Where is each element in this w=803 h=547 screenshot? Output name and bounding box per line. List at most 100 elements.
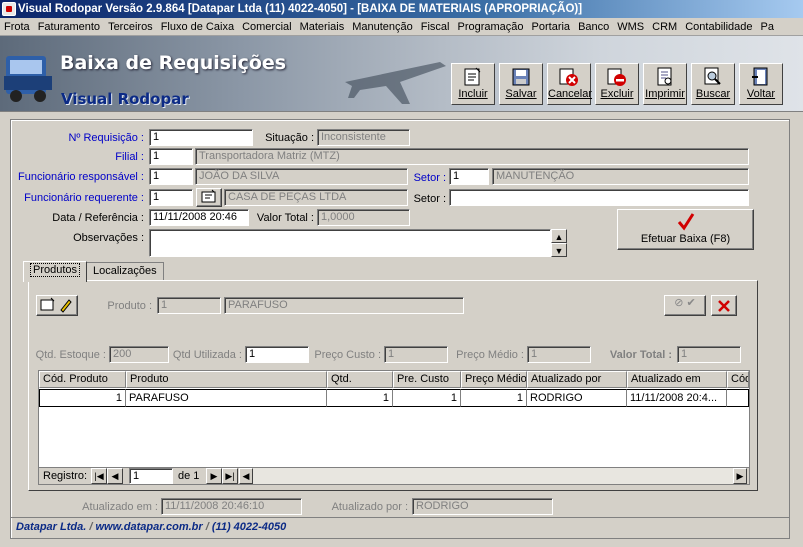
- menu-fiscal[interactable]: Fiscal: [417, 18, 454, 35]
- func-req-code-input[interactable]: 1: [149, 189, 193, 206]
- excluir-button[interactable]: Excluir: [595, 63, 639, 105]
- menu-programacao[interactable]: Programação: [453, 18, 527, 35]
- data-label: Data / Referência :: [52, 212, 144, 224]
- grid-header-pre-custo[interactable]: Pre. Custo: [393, 371, 461, 388]
- imprimir-button[interactable]: Imprimir: [643, 63, 687, 105]
- menu-crm[interactable]: CRM: [648, 18, 681, 35]
- menu-portaria[interactable]: Portaria: [528, 18, 575, 35]
- header-banner: Baixa de Requisições Visual Rodopar Incl…: [0, 36, 803, 112]
- grid-header-cod[interactable]: Cód: [727, 371, 749, 388]
- table-row-cell-produto[interactable]: PARAFUSO: [126, 389, 327, 407]
- buscar-label: Buscar: [695, 88, 731, 100]
- cancel-circle-icon: ⊘: [674, 297, 684, 309]
- voltar-button[interactable]: Voltar: [739, 63, 783, 105]
- situacao-label: Situação :: [265, 132, 314, 144]
- buscar-button[interactable]: Buscar: [691, 63, 735, 105]
- efetuar-baixa-button[interactable]: Efetuar Baixa (F8): [617, 209, 754, 250]
- grid-header-atualizado-em[interactable]: Atualizado em: [627, 371, 727, 388]
- save-icon: [512, 68, 530, 86]
- setor2-input[interactable]: [449, 189, 749, 206]
- hscroll-left-button[interactable]: ◀: [239, 468, 253, 484]
- menu-faturamento[interactable]: Faturamento: [34, 18, 104, 35]
- delete-icon: [607, 68, 626, 86]
- scroll-up-button[interactable]: ▲: [551, 229, 567, 243]
- grid-header-qtd[interactable]: Qtd.: [327, 371, 393, 388]
- obs-textarea[interactable]: [149, 229, 551, 257]
- first-record-button[interactable]: |◀: [91, 468, 107, 484]
- menu-more[interactable]: Pa: [757, 18, 778, 35]
- footer-site: www.datapar.com.br: [95, 521, 203, 533]
- items-grid[interactable]: Cód. Produto Produto Qtd. Pre. Custo Pre…: [38, 370, 750, 485]
- last-record-button[interactable]: ▶|: [222, 468, 238, 484]
- record-count-label: de 1: [178, 470, 200, 482]
- filial-code-input[interactable]: 1: [149, 148, 193, 165]
- new-document-icon: [464, 67, 481, 86]
- tab-produtos[interactable]: Produtos: [23, 261, 88, 282]
- app-icon: [2, 2, 16, 16]
- checkmark-icon: [677, 213, 694, 231]
- menu-banco[interactable]: Banco: [574, 18, 613, 35]
- qtd-utilizada-input[interactable]: 1: [245, 346, 309, 363]
- func-resp-code-input[interactable]: 1: [149, 168, 193, 185]
- airplane-icon: [345, 62, 446, 104]
- red-x-icon: [718, 300, 730, 312]
- setor1-name-field: MANUTENÇÃO: [492, 168, 749, 185]
- menu-comercial[interactable]: Comercial: [238, 18, 296, 35]
- table-row-cell-preco-medio[interactable]: 1: [461, 389, 527, 407]
- tab-localizacoes[interactable]: Localizações: [86, 262, 164, 281]
- menu-wms[interactable]: WMS: [613, 18, 648, 35]
- item-delete-button[interactable]: [711, 295, 737, 316]
- menu-terceiros[interactable]: Terceiros: [104, 18, 157, 35]
- search-icon: [704, 67, 721, 85]
- record-number-input[interactable]: 1: [129, 468, 173, 484]
- table-row-cell-cod[interactable]: 1: [39, 389, 126, 407]
- table-row-cell-cod-extra[interactable]: [727, 389, 749, 407]
- incluir-label: Incluir: [458, 88, 488, 100]
- menu-bar: Frota Faturamento Terceiros Fluxo de Caixa C…: [0, 18, 803, 36]
- grid-header-cod-produto[interactable]: Cód. Produto: [39, 371, 126, 388]
- preco-custo-label: Preço Custo :: [314, 349, 381, 361]
- obs-label: Observações :: [73, 232, 144, 244]
- menu-contabilidade[interactable]: Contabilidade: [681, 18, 756, 35]
- func-resp-name-field: JOÃO DA SILVA: [195, 168, 408, 185]
- setor1-code-input[interactable]: 1: [449, 168, 489, 185]
- imprimir-label: Imprimir: [645, 88, 685, 100]
- menu-frota[interactable]: Frota: [0, 18, 34, 35]
- window-title-bar: Visual Rodopar Versão 2.9.864 [Datapar L…: [0, 0, 803, 18]
- footer-phone: (11) 4022-4050: [211, 521, 287, 533]
- hscroll-track[interactable]: [253, 468, 733, 484]
- incluir-button[interactable]: Incluir: [451, 63, 495, 105]
- edit-pencil-icon: [40, 297, 72, 313]
- cancelar-label: Cancelar: [548, 88, 593, 100]
- back-door-icon: [752, 67, 768, 86]
- requisicao-input[interactable]: 1: [149, 129, 253, 146]
- salvar-button[interactable]: Salvar: [499, 63, 543, 105]
- scroll-down-button[interactable]: ▼: [551, 243, 567, 257]
- table-row-cell-qtd[interactable]: 1: [327, 389, 393, 407]
- prev-record-button[interactable]: ◀: [107, 468, 123, 484]
- grid-header-preco-medio[interactable]: Preço Médio: [461, 371, 527, 388]
- func-req-lookup-button[interactable]: [196, 188, 222, 207]
- tab-produtos-label: Produtos: [30, 263, 81, 277]
- filial-label: Filial :: [115, 151, 144, 163]
- obs-scrollbar[interactable]: ▲ ▼: [551, 229, 567, 257]
- menu-materiais[interactable]: Materiais: [296, 18, 349, 35]
- grid-header-produto[interactable]: Produto: [126, 371, 327, 388]
- func-req-name-field: CASA DE PEÇAS LTDA: [224, 189, 408, 206]
- hscroll-right-button[interactable]: ▶: [733, 468, 747, 484]
- table-row-cell-atualizado-por[interactable]: RODRIGO: [527, 389, 627, 407]
- cancelar-button[interactable]: Cancelar: [547, 63, 593, 105]
- next-record-button[interactable]: ▶: [206, 468, 222, 484]
- table-row-cell-pre-custo[interactable]: 1: [393, 389, 461, 407]
- menu-fluxo-de-caixa[interactable]: Fluxo de Caixa: [157, 18, 238, 35]
- prod-valor-total-label: Valor Total :: [609, 349, 672, 361]
- menu-manutencao[interactable]: Manutenção: [348, 18, 417, 35]
- item-confirm-button[interactable]: ⊘ ✔: [664, 295, 706, 316]
- data-input[interactable]: 11/11/2008 20:46: [149, 209, 249, 226]
- table-row-cell-atualizado-em[interactable]: 11/11/2008 20:4...: [627, 389, 727, 407]
- grid-header-atualizado-por[interactable]: Atualizado por: [527, 371, 627, 388]
- situacao-field: Inconsistente: [317, 129, 410, 146]
- item-edit-button[interactable]: [36, 295, 78, 316]
- excluir-label: Excluir: [600, 88, 634, 100]
- window-title: Visual Rodopar Versão 2.9.864 [Datapar L…: [18, 3, 583, 15]
